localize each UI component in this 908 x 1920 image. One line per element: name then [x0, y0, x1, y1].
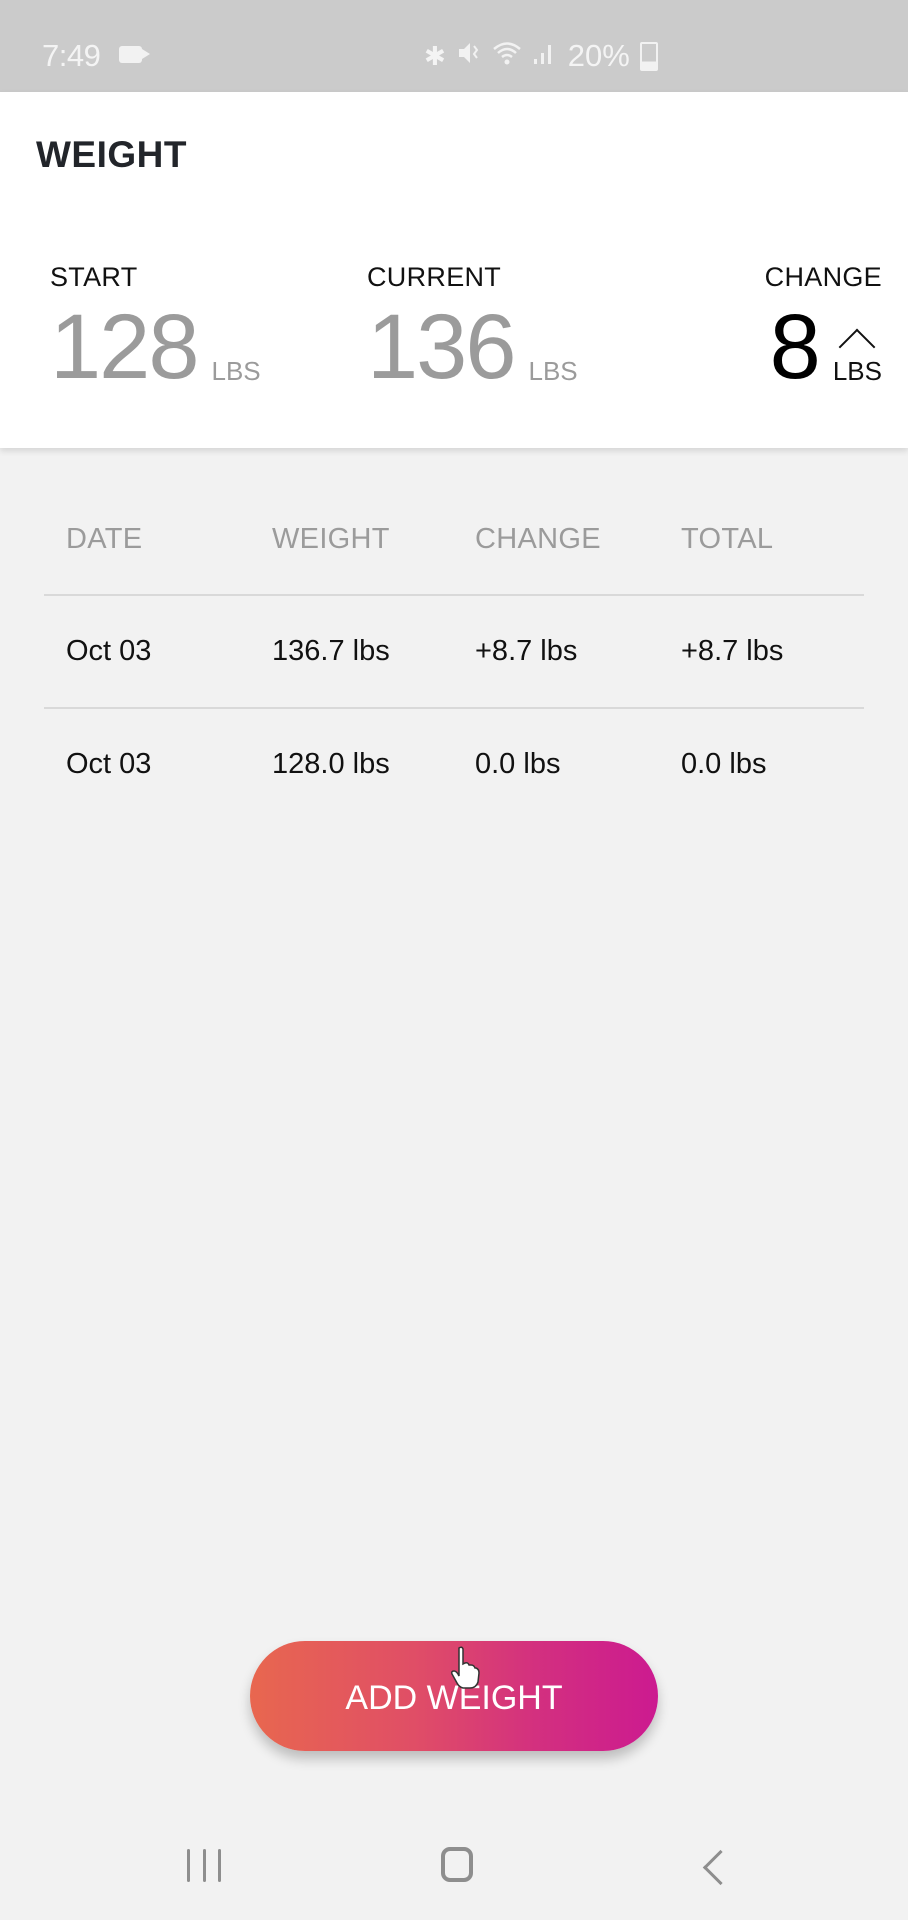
mute-icon	[456, 40, 482, 73]
start-value: 128	[50, 296, 199, 398]
wifi-icon	[492, 40, 522, 73]
status-icons: ✱ 20%	[424, 38, 658, 74]
home-button[interactable]	[441, 1847, 473, 1882]
table-header: DATE WEIGHT CHANGE TOTAL	[44, 515, 864, 596]
battery-percent: 20%	[567, 38, 630, 73]
weight-summary-card: WEIGHT START 128 LBS CURRENT 136 LBS CHA…	[0, 92, 908, 448]
system-nav-bar	[0, 1812, 908, 1920]
row-total: 0.0 lbs	[681, 748, 767, 780]
page-title: WEIGHT	[36, 134, 187, 175]
header-change: CHANGE	[475, 523, 601, 555]
row-change: +8.7 lbs	[475, 635, 578, 667]
current-label: CURRENT	[367, 262, 502, 292]
weight-history-table: DATE WEIGHT CHANGE TOTAL Oct 03 136.7 lb…	[44, 515, 864, 820]
row-weight: 128.0 lbs	[272, 748, 390, 780]
recent-apps-button[interactable]	[187, 1849, 221, 1882]
battery-icon	[639, 41, 658, 71]
hand-cursor-icon	[451, 1646, 480, 1689]
back-button[interactable]	[702, 1849, 739, 1886]
recent-apps-icon	[187, 1849, 190, 1882]
start-stat: START 128 LBS	[50, 262, 261, 398]
table-row[interactable]: Oct 03 128.0 lbs 0.0 lbs 0.0 lbs	[44, 709, 864, 820]
status-bar: 7:49 ✱ 20%	[0, 0, 908, 92]
start-label: START	[50, 262, 138, 292]
video-record-icon	[119, 46, 150, 63]
change-label: CHANGE	[764, 262, 882, 292]
change-value: 8	[769, 296, 821, 398]
start-unit: LBS	[211, 356, 261, 386]
row-total: +8.7 lbs	[681, 635, 784, 667]
current-unit: LBS	[528, 356, 578, 386]
header-date: DATE	[66, 523, 143, 555]
current-value: 136	[367, 296, 516, 398]
header-total: TOTAL	[681, 523, 774, 555]
row-date: Oct 03	[66, 635, 152, 667]
row-date: Oct 03	[66, 748, 152, 780]
signal-icon	[532, 40, 554, 73]
row-change: 0.0 lbs	[475, 748, 561, 780]
current-stat: CURRENT 136 LBS	[367, 262, 578, 398]
status-time: 7:49	[42, 38, 101, 73]
bluetooth-icon: ✱	[424, 40, 446, 71]
change-stat: CHANGE 8 LBS	[764, 262, 882, 398]
table-row[interactable]: Oct 03 136.7 lbs +8.7 lbs +8.7 lbs	[44, 596, 864, 709]
header-weight: WEIGHT	[272, 523, 390, 555]
row-weight: 136.7 lbs	[272, 635, 390, 667]
